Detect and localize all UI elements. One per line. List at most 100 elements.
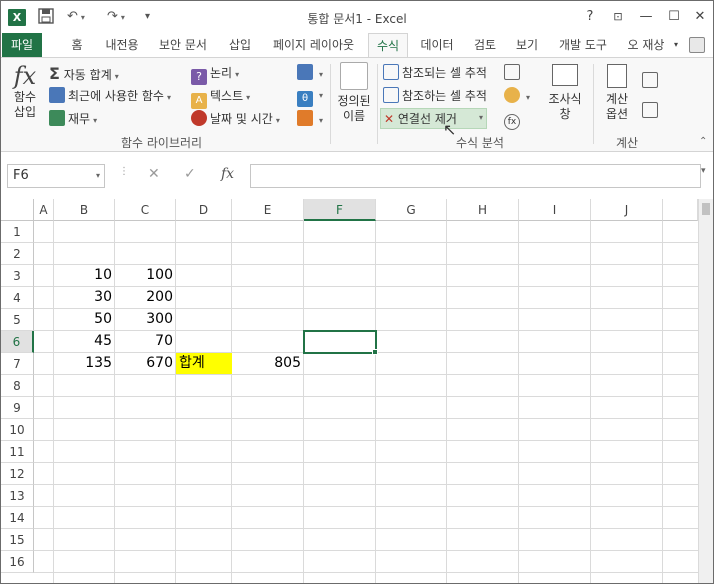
worksheet-grid[interactable]: A B C D E F G H I J 1 2 3 4 5 6 7 8 9 10… (1, 199, 713, 583)
cell-d7[interactable]: 합계 (176, 353, 232, 374)
name-box[interactable]: F6 ▾ (7, 164, 105, 188)
calculate-sheet-button[interactable] (642, 102, 661, 118)
scrollbar-thumb[interactable] (702, 203, 710, 215)
gridline (34, 572, 698, 573)
lookup-button[interactable]: ▾ (297, 64, 323, 80)
cell-e7[interactable]: 805 (232, 353, 304, 374)
column-header-g[interactable]: G (376, 199, 447, 221)
expand-formula-bar-icon[interactable]: ▾ (701, 166, 706, 176)
insert-function-icon[interactable]: fx (221, 166, 234, 182)
group-separator (593, 64, 594, 144)
recent-functions-button[interactable]: 최근에 사용한 함수 ▾ (49, 87, 171, 104)
datetime-button[interactable]: 날짜 및 시간 ▾ (191, 110, 280, 127)
row-header[interactable]: 11 (1, 441, 34, 463)
row-header[interactable]: 5 (1, 309, 34, 331)
show-formulas-button[interactable] (504, 64, 523, 80)
cell-b7[interactable]: 135 (54, 353, 115, 374)
cancel-entry-icon[interactable]: ✕ (148, 166, 160, 182)
row-header[interactable]: 8 (1, 375, 34, 397)
select-all-corner[interactable] (1, 199, 34, 221)
financial-label: 재무 (68, 112, 91, 126)
text-button[interactable]: A 텍스트 ▾ (191, 87, 250, 109)
name-box-dropdown-icon[interactable]: ▾ (96, 165, 100, 187)
cell-c6[interactable]: 70 (115, 331, 176, 352)
close-button[interactable]: ✕ (689, 7, 711, 27)
watch-window-button[interactable]: 조사식 창 (543, 64, 587, 122)
column-header-k[interactable] (663, 199, 698, 221)
error-checking-button[interactable]: ▾ (504, 87, 530, 103)
tab-review[interactable]: 검토 (469, 33, 501, 57)
user-name[interactable]: 오 재상 (623, 33, 669, 57)
column-header-b[interactable]: B (54, 199, 115, 221)
trace-precedents-button[interactable]: 참조되는 셀 추적 (383, 64, 487, 81)
column-header-c[interactable]: C (115, 199, 176, 221)
calc-options-button[interactable]: 계산 옵션 (597, 64, 637, 122)
column-header-a[interactable]: A (34, 199, 54, 221)
help-button[interactable]: ? (579, 7, 601, 27)
row-header[interactable]: 6 (1, 331, 34, 353)
watch-window-label: 조사식 창 (548, 92, 582, 121)
tab-security-doc[interactable]: 보안 문서 (154, 33, 212, 57)
column-header-d[interactable]: D (176, 199, 232, 221)
logical-button[interactable]: ? 논리 ▾ (191, 64, 239, 85)
row-header[interactable]: 7 (1, 353, 34, 375)
tab-view[interactable]: 보기 (510, 33, 544, 57)
column-header-f[interactable]: F (304, 199, 376, 221)
formula-input[interactable] (250, 164, 701, 188)
tab-insert[interactable]: 삽입 (223, 33, 257, 57)
cell-c3[interactable]: 100 (115, 265, 176, 286)
tab-home[interactable]: 홈 (65, 33, 89, 57)
tab-formulas[interactable]: 수식 (368, 33, 408, 58)
row-header[interactable]: 4 (1, 287, 34, 309)
trace-dependents-button[interactable]: 참조하는 셀 추적 (383, 87, 487, 104)
math-trig-button[interactable]: θ ▾ (297, 87, 323, 107)
collapse-ribbon-icon[interactable]: ⌃ (699, 136, 707, 147)
row-header[interactable]: 12 (1, 463, 34, 485)
formula-bar: F6 ▾ ⋮ ✕ ✓ fx ▾ (1, 152, 713, 199)
user-avatar[interactable] (685, 33, 709, 57)
row-header[interactable]: 14 (1, 507, 34, 529)
row-header[interactable]: 1 (1, 221, 34, 243)
cell-c7[interactable]: 670 (115, 353, 176, 374)
tab-page-layout[interactable]: 페이지 레이아웃 (266, 33, 361, 57)
autosum-button[interactable]: Σ 자동 합계 ▾ (49, 64, 119, 83)
tab-developer[interactable]: 개발 도구 (553, 33, 613, 57)
defined-names-button[interactable]: 정의된 이름 (334, 62, 374, 124)
row-header[interactable]: 15 (1, 529, 34, 551)
tab-data[interactable]: 데이터 (416, 33, 458, 57)
defined-names-label: 정의된 이름 (337, 94, 371, 123)
remove-arrows-button[interactable]: ✕ 연결선 제거 ▾ (380, 108, 487, 129)
row-header[interactable]: 2 (1, 243, 34, 265)
maximize-button[interactable]: ☐ (663, 7, 685, 27)
financial-button[interactable]: 재무 ▾ (49, 110, 97, 127)
cell-c4[interactable]: 200 (115, 287, 176, 308)
minimize-button[interactable]: — (635, 7, 657, 27)
column-header-j[interactable]: J (591, 199, 663, 221)
cell-b3[interactable]: 10 (54, 265, 115, 286)
cell-b4[interactable]: 30 (54, 287, 115, 308)
row-header[interactable]: 13 (1, 485, 34, 507)
ribbon-display-icon[interactable]: ⊡ (607, 7, 629, 27)
column-header-h[interactable]: H (447, 199, 519, 221)
evaluate-formula-button[interactable]: fx (504, 110, 523, 130)
row-header[interactable]: 3 (1, 265, 34, 287)
column-header-e[interactable]: E (232, 199, 304, 221)
cell-c5[interactable]: 300 (115, 309, 176, 330)
column-header-i[interactable]: I (519, 199, 591, 221)
row-header[interactable]: 16 (1, 551, 34, 573)
cell-b5[interactable]: 50 (54, 309, 115, 330)
fill-handle[interactable] (372, 349, 378, 355)
insert-function-button[interactable]: fx 함수 삽입 (7, 62, 43, 120)
tab-mine[interactable]: 내전용 (98, 33, 146, 57)
cell-b6[interactable]: 45 (54, 331, 115, 352)
user-dropdown-icon[interactable]: ▾ (671, 33, 681, 57)
calculate-now-button[interactable] (642, 72, 661, 88)
vertical-scrollbar[interactable] (698, 199, 713, 583)
autosum-label: 자동 합계 (63, 68, 112, 82)
tab-file[interactable]: 파일 (2, 33, 42, 57)
confirm-entry-icon[interactable]: ✓ (184, 166, 196, 182)
more-functions-button[interactable]: ▾ (297, 110, 323, 126)
row-header[interactable]: 10 (1, 419, 34, 441)
active-cell-f6[interactable] (303, 330, 377, 354)
row-header[interactable]: 9 (1, 397, 34, 419)
